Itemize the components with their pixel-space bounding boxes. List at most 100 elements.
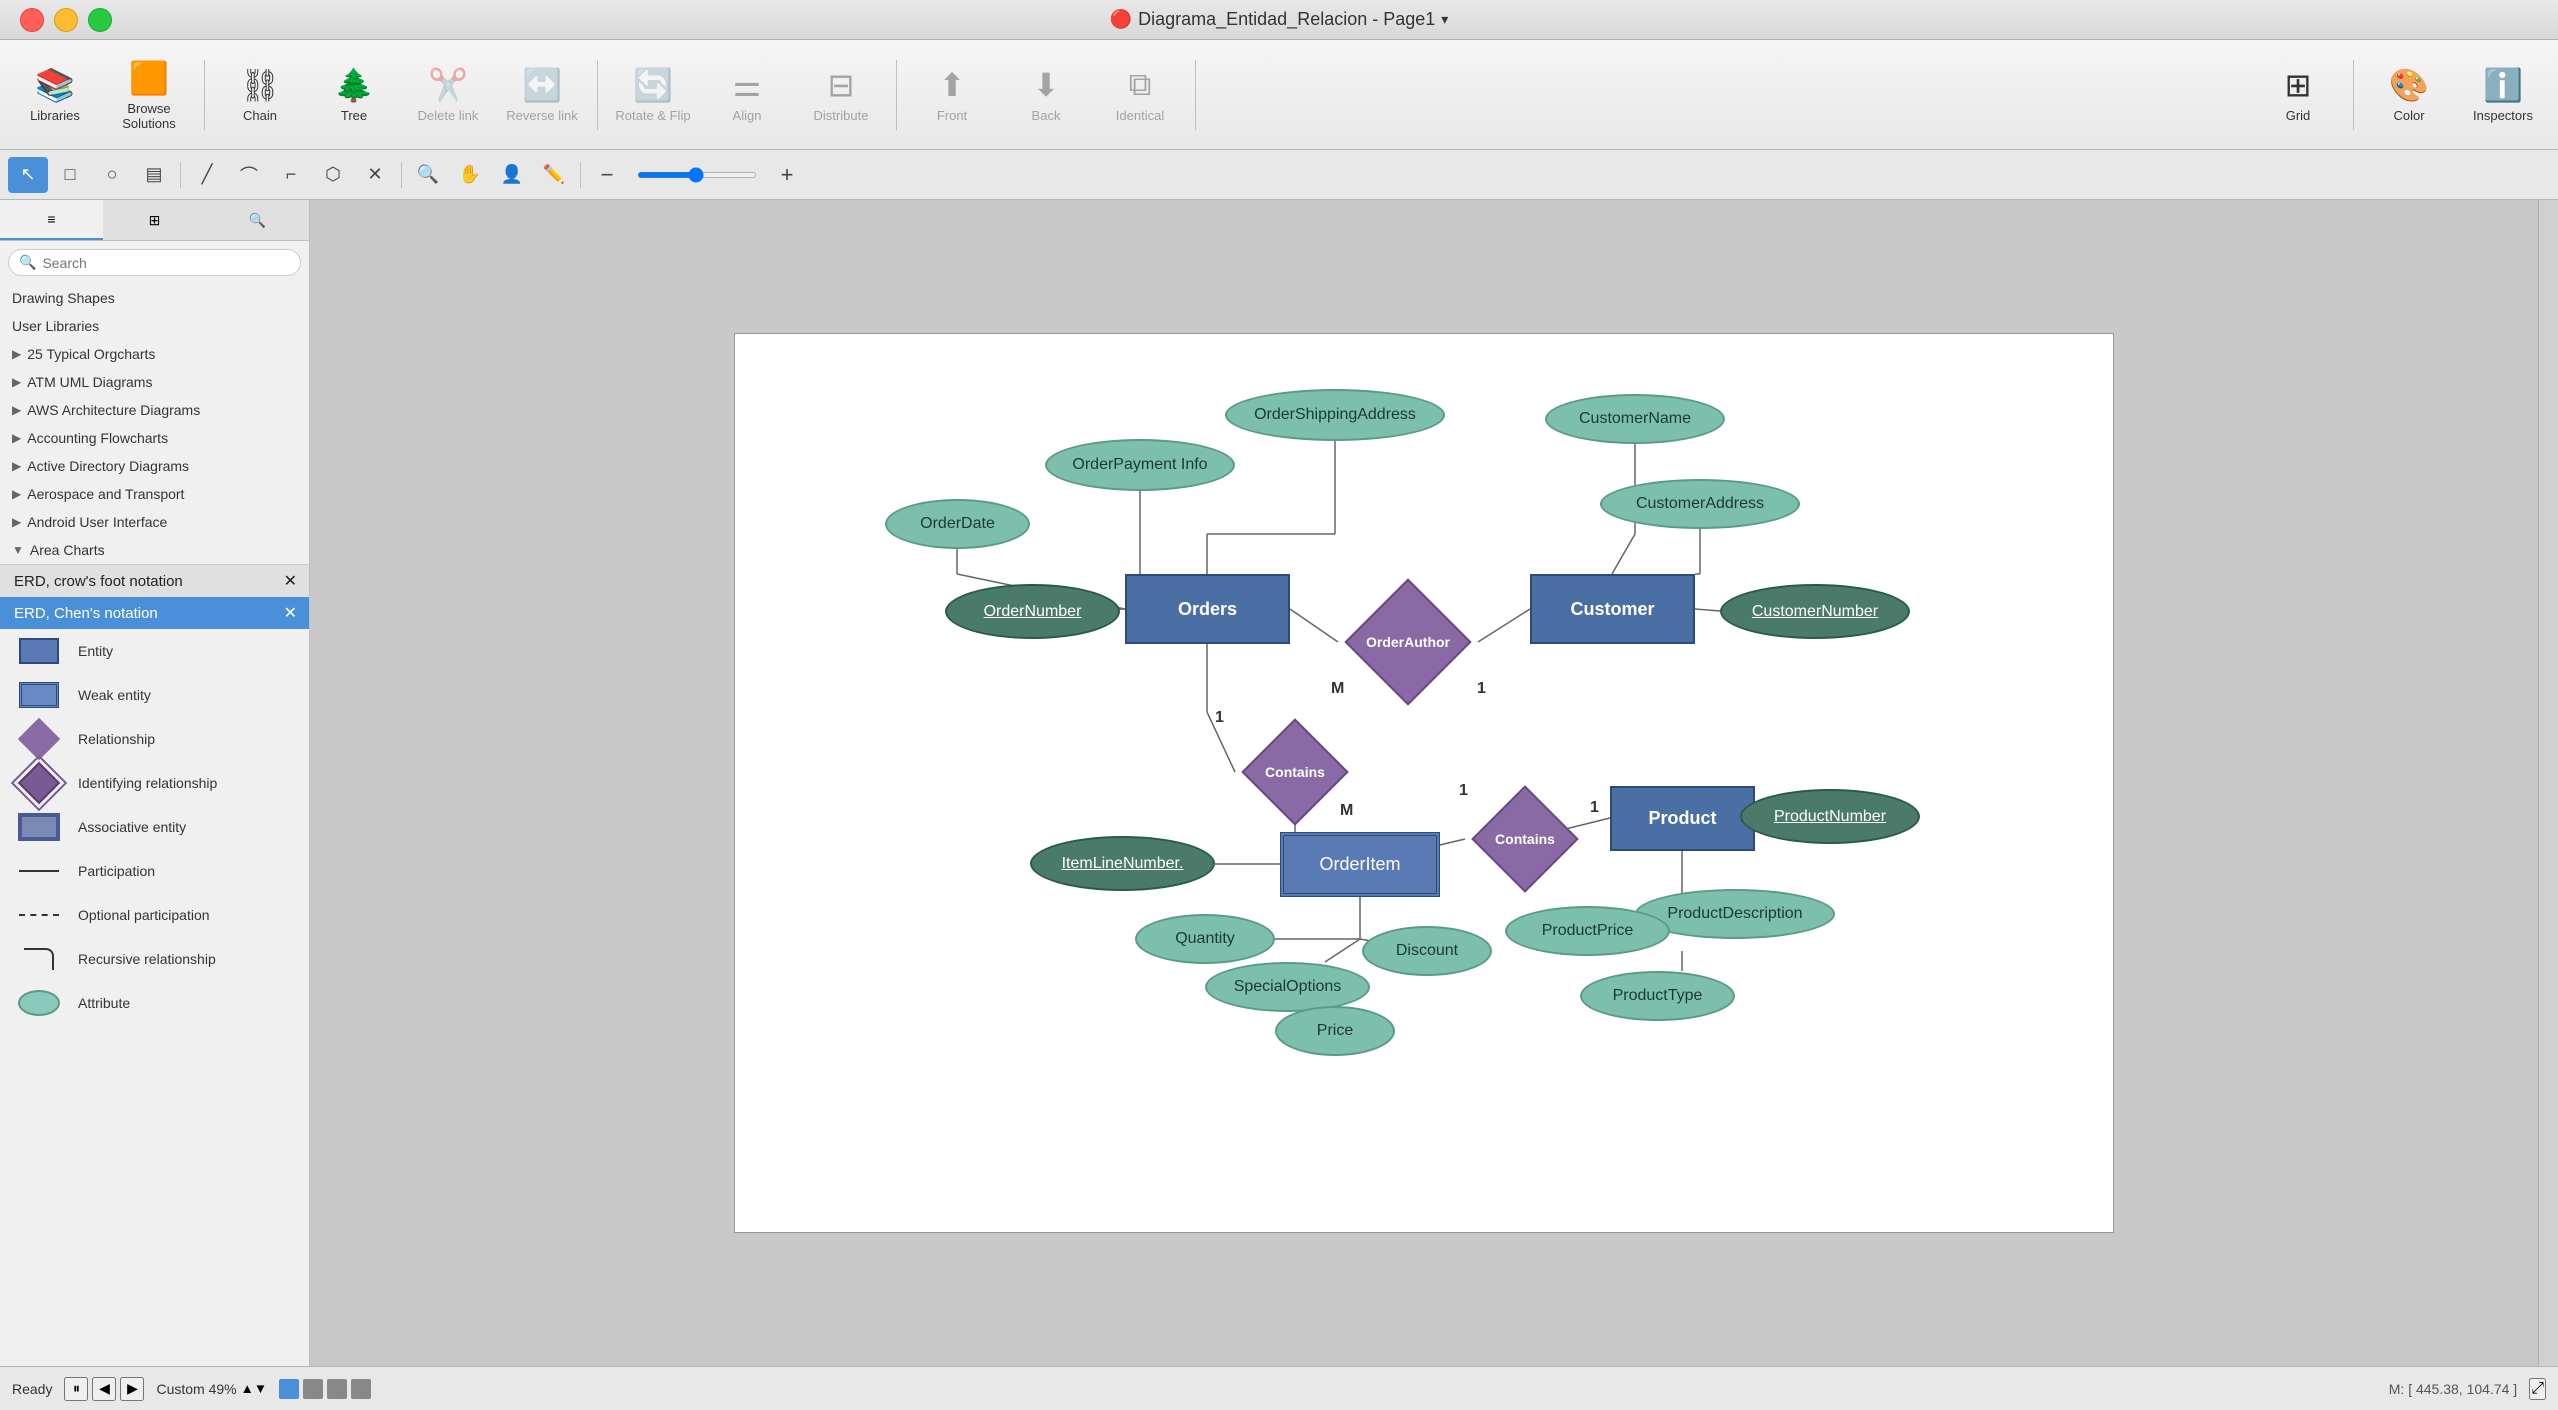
bend-tool[interactable]: ⌐	[271, 157, 311, 193]
prev-page-button[interactable]: ◀	[92, 1377, 116, 1401]
search-input[interactable]	[42, 255, 290, 271]
delete-link-button[interactable]: ✂️ Delete link	[403, 50, 493, 140]
zoom-dropdown-button[interactable]: ▲▼	[241, 1381, 267, 1396]
shape-item-participation[interactable]: Participation	[0, 849, 309, 893]
diagram-canvas[interactable]: M 1 1 M 1 1 Orders Customer Product Orde…	[734, 333, 2114, 1233]
shape-item-identifying-rel[interactable]: Identifying relationship	[0, 761, 309, 805]
erd-chens-close[interactable]: ✕	[284, 603, 297, 623]
rect-tool[interactable]: □	[50, 157, 90, 193]
node-contains1[interactable]: Contains	[1235, 712, 1355, 832]
minimize-button[interactable]	[54, 8, 78, 32]
shape-item-entity[interactable]: Entity	[0, 629, 309, 673]
identical-button[interactable]: ⧉ Identical	[1095, 50, 1185, 140]
maximize-button[interactable]	[88, 8, 112, 32]
sidebar-item-user-libraries[interactable]: User Libraries	[0, 312, 309, 340]
color-button[interactable]: 🎨 Color	[2364, 50, 2454, 140]
node-orderpaymentinfo[interactable]: OrderPayment Info	[1045, 439, 1235, 491]
expand-arrow-icon: ▶	[12, 347, 21, 361]
sidebar-item-android-ui[interactable]: ▶ Android User Interface	[0, 508, 309, 536]
pause-button[interactable]: ⏸	[64, 1377, 88, 1401]
node-price[interactable]: Price	[1275, 1006, 1395, 1056]
shape-item-recursive[interactable]: Recursive relationship	[0, 937, 309, 981]
close-button[interactable]	[20, 8, 44, 32]
sidebar-item-area-charts[interactable]: ▼ Area Charts	[0, 536, 309, 564]
node-orderdate[interactable]: OrderDate	[885, 499, 1030, 549]
close-path-tool[interactable]: ✕	[355, 157, 395, 193]
grid-button[interactable]: ⊞ Grid	[2253, 50, 2343, 140]
reverse-link-button[interactable]: ↔️ Reverse link	[497, 50, 587, 140]
curve-tool[interactable]: ⌒	[229, 157, 269, 193]
shape-item-optional-part[interactable]: Optional participation	[0, 893, 309, 937]
node-orders[interactable]: Orders	[1125, 574, 1290, 644]
back-icon: ⬇	[1033, 66, 1060, 104]
canvas-container[interactable]: M 1 1 M 1 1 Orders Customer Product Orde…	[310, 200, 2538, 1366]
node-discount[interactable]: Discount	[1362, 926, 1492, 976]
sidebar-item-active-dir[interactable]: ▶ Active Directory Diagrams	[0, 452, 309, 480]
node-orderauthor[interactable]: OrderAuthor	[1338, 572, 1478, 712]
align-button[interactable]: ⚌ Align	[702, 50, 792, 140]
node-productprice[interactable]: ProductPrice	[1505, 906, 1670, 956]
page-dot-1[interactable]	[279, 1379, 299, 1399]
erd-chens-category[interactable]: ERD, Chen's notation ✕	[0, 597, 309, 629]
dropdown-arrow-icon[interactable]: ▾	[1441, 11, 1448, 28]
node-ordernumber[interactable]: OrderNumber	[945, 584, 1120, 639]
node-customername[interactable]: CustomerName	[1545, 394, 1725, 444]
sidebar-item-atm-uml[interactable]: ▶ ATM UML Diagrams	[0, 368, 309, 396]
node-customernumber[interactable]: CustomerNumber	[1720, 584, 1910, 639]
node-customer[interactable]: Customer	[1530, 574, 1695, 644]
cursor-tool[interactable]: ↖	[8, 157, 48, 193]
page-dot-3[interactable]	[327, 1379, 347, 1399]
tab-list[interactable]: ≡	[0, 200, 103, 240]
shape-item-associative[interactable]: Associative entity	[0, 805, 309, 849]
table-tool[interactable]: ▤	[134, 157, 174, 193]
expand-arrow-icon: ▶	[12, 431, 21, 445]
page-dot-4[interactable]	[351, 1379, 371, 1399]
erd-crows-foot-close[interactable]: ✕	[284, 571, 297, 591]
brush-tool[interactable]: ✏️	[534, 157, 574, 193]
tab-grid[interactable]: ⊞	[103, 200, 206, 240]
ellipse-tool[interactable]: ○	[92, 157, 132, 193]
browse-solutions-button[interactable]: 🟧 Browse Solutions	[104, 50, 194, 140]
zoom-tool[interactable]: 🔍	[408, 157, 448, 193]
sidebar-item-aws-arch[interactable]: ▶ AWS Architecture Diagrams	[0, 396, 309, 424]
shape-item-weak-entity[interactable]: Weak entity	[0, 673, 309, 717]
tab-search[interactable]: 🔍	[206, 200, 309, 240]
person-tool[interactable]: 👤	[492, 157, 532, 193]
rotate-flip-button[interactable]: 🔄 Rotate & Flip	[608, 50, 698, 140]
node-contains2[interactable]: Contains	[1465, 779, 1585, 899]
poly-tool[interactable]: ⬡	[313, 157, 353, 193]
libraries-button[interactable]: 📚 Libraries	[10, 50, 100, 140]
chain-button[interactable]: ⛓ Chain	[215, 50, 305, 140]
node-product[interactable]: Product	[1610, 786, 1755, 851]
distribute-button[interactable]: ⊟ Distribute	[796, 50, 886, 140]
node-itemlinenumber[interactable]: ItemLineNumber.	[1030, 836, 1215, 891]
node-orderitem[interactable]: OrderItem	[1280, 832, 1440, 897]
zoom-out-btn[interactable]: −	[587, 157, 627, 193]
reverse-link-icon: ↔️	[522, 66, 562, 104]
shape-item-relationship[interactable]: Relationship	[0, 717, 309, 761]
inspectors-button[interactable]: ℹ️ Inspectors	[2458, 50, 2548, 140]
node-quantity[interactable]: Quantity	[1135, 914, 1275, 964]
zoom-in-btn[interactable]: +	[767, 157, 807, 193]
sidebar-item-aerospace[interactable]: ▶ Aerospace and Transport	[0, 480, 309, 508]
shape-item-attribute[interactable]: Attribute	[0, 981, 309, 1025]
tree-button[interactable]: 🌲 Tree	[309, 50, 399, 140]
back-button[interactable]: ⬇ Back	[1001, 50, 1091, 140]
node-specialoptions[interactable]: SpecialOptions	[1205, 962, 1370, 1012]
node-productnumber[interactable]: ProductNumber	[1740, 789, 1920, 844]
page-dot-2[interactable]	[303, 1379, 323, 1399]
fullscreen-button[interactable]: ⤢	[2529, 1378, 2546, 1400]
sidebar-item-accounting[interactable]: ▶ Accounting Flowcharts	[0, 424, 309, 452]
node-customeraddress[interactable]: CustomerAddress	[1600, 479, 1800, 529]
erd-crows-foot-category[interactable]: ERD, crow's foot notation ✕	[0, 564, 309, 597]
zoom-slider[interactable]	[637, 172, 757, 178]
front-button[interactable]: ⬆ Front	[907, 50, 997, 140]
next-page-button[interactable]: ▶	[120, 1377, 144, 1401]
node-producttype[interactable]: ProductType	[1580, 971, 1735, 1021]
line-tool[interactable]: ╱	[187, 157, 227, 193]
sidebar-item-drawing-shapes[interactable]: Drawing Shapes	[0, 284, 309, 312]
node-ordershippingaddress[interactable]: OrderShippingAddress	[1225, 389, 1445, 441]
expand-arrow-icon: ▼	[12, 543, 24, 557]
sidebar-item-25-orgcharts[interactable]: ▶ 25 Typical Orgcharts	[0, 340, 309, 368]
hand-tool[interactable]: ✋	[450, 157, 490, 193]
